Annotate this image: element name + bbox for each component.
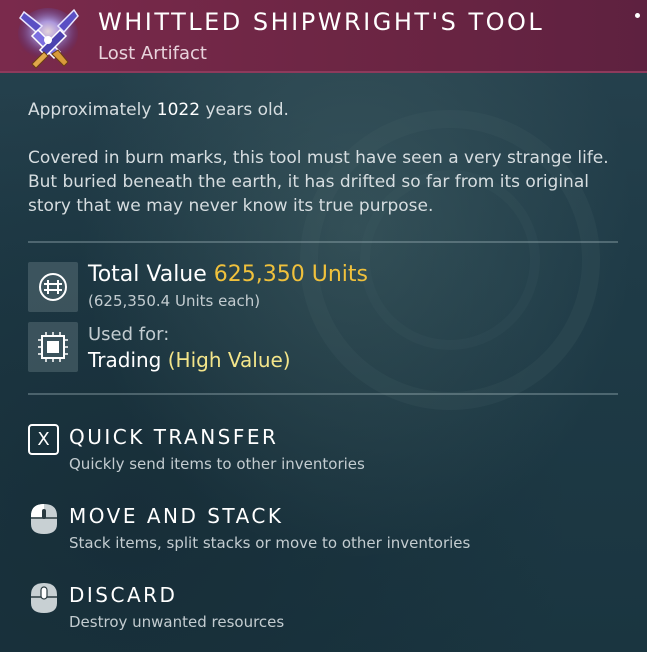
quick-transfer-description: Quickly send items to other inventories [69,455,365,473]
shipwright-tool-icon [14,4,84,70]
key-x-icon[interactable]: X [28,424,59,455]
quick-transfer-button[interactable]: QUICK TRANSFER [69,425,278,449]
usage-type: Trading [88,348,162,372]
key-label: X [37,429,50,450]
item-age: Approximately 1022 years old. [28,98,618,122]
total-value: Total Value 625,350 Units [88,262,368,287]
age-value: 1022 [156,100,201,120]
item-header: WHITTLED SHIPWRIGHT'S TOOL Lost Artifact [0,0,647,73]
chip-icon [28,322,78,372]
value-each: (625,350.4 Units each) [88,292,261,310]
divider [28,393,618,395]
usage-value: Trading (High Value) [88,348,291,372]
age-prefix: Approximately [28,100,152,120]
usage-qualifier: (High Value) [167,348,291,372]
age-suffix: years old. [205,100,289,120]
discard-description: Destroy unwanted resources [69,613,285,631]
move-and-stack-button[interactable]: MOVE AND STACK [69,504,284,528]
item-description: Covered in burn marks, this tool must ha… [28,148,609,216]
mouse-left-click-icon[interactable] [28,502,60,534]
item-category: Lost Artifact [98,43,207,64]
units-currency-icon [28,262,78,312]
item-title: WHITTLED SHIPWRIGHT'S TOOL [98,8,545,36]
divider [28,241,618,243]
mouse-middle-click-icon[interactable] [28,581,60,613]
move-and-stack-description: Stack items, split stacks or move to oth… [69,534,471,552]
total-value-amount: 625,350 Units [213,262,369,287]
usage-label: Used for: [88,324,170,345]
discard-button[interactable]: DISCARD [69,583,177,607]
corner-indicator [635,13,640,18]
total-value-label: Total Value [88,262,207,287]
